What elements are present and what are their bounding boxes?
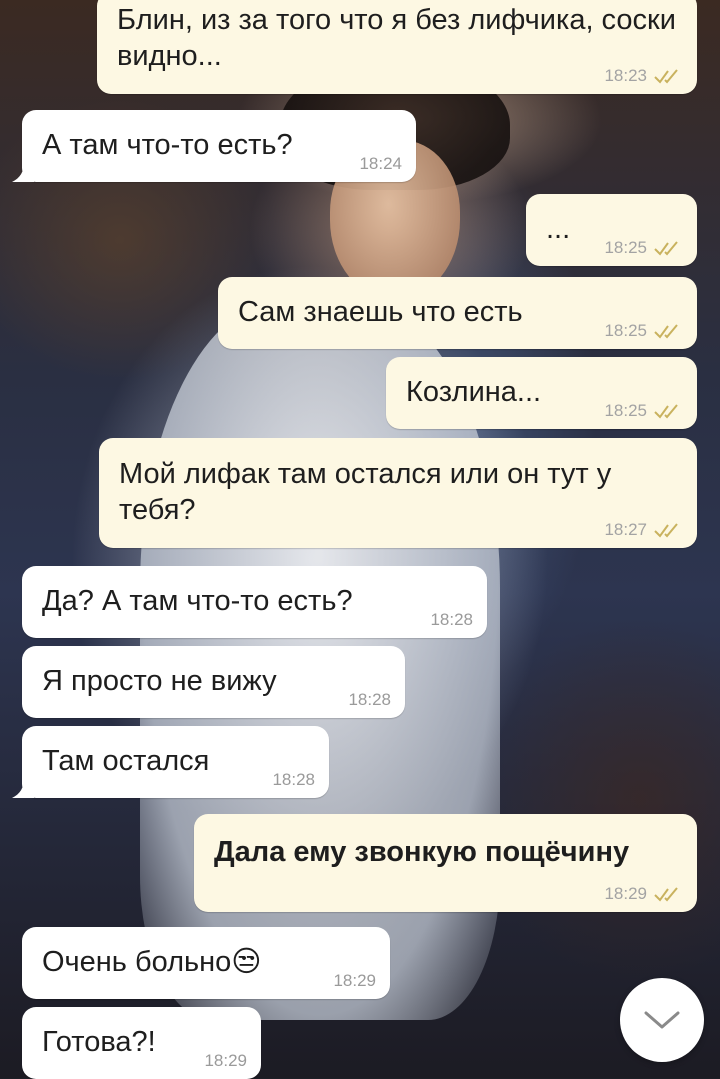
message-text: Да? А там что-то есть? [42,585,353,617]
message-meta: 18:29 [333,971,376,991]
message-bubble-incoming[interactable]: Я просто не вижу 18:28 [22,646,405,718]
message-time: 18:25 [604,401,647,420]
message-text: Там остался [42,745,210,777]
message-text-row: Очень больно😒 [42,944,370,980]
message-time: 18:27 [604,520,647,539]
scroll-to-bottom-button[interactable] [620,978,704,1062]
message-meta: 18:24 [359,154,402,174]
message-meta: 18:25 [604,321,683,341]
chevron-down-icon [644,1011,680,1029]
message-bubble-incoming[interactable]: Очень больно😒 18:29 [22,927,390,999]
message-bubble-outgoing[interactable]: Блин, из за того что я без лифчика, соск… [97,0,697,94]
message-text: Очень больно [42,946,232,978]
message-meta: 18:28 [348,690,391,710]
message-time: 18:28 [430,610,473,629]
message-meta: 18:25 [604,238,683,258]
double-check-icon [654,523,678,538]
message-time: 18:29 [204,1051,247,1070]
bubble-tail [12,778,34,798]
message-time: 18:28 [348,690,391,709]
message-meta: 18:23 [604,66,683,86]
message-meta: 18:29 [604,884,683,904]
message-time: 18:29 [604,884,647,903]
double-check-icon [654,404,678,419]
message-time: 18:23 [604,66,647,85]
double-check-icon [654,887,678,902]
message-bubble-outgoing[interactable]: Сам знаешь что есть 18:25 [218,277,697,349]
message-time: 18:25 [604,238,647,257]
double-check-icon [654,241,678,256]
bubble-tail [12,162,34,182]
message-text: Мой лифак там остался или он тут у тебя? [119,458,612,526]
message-text: Дала ему звонкую пощёчину [214,836,630,868]
message-time: 18:28 [272,770,315,789]
message-time: 18:25 [604,321,647,340]
message-bubble-incoming[interactable]: Да? А там что-то есть? 18:28 [22,566,487,638]
message-meta: 18:28 [430,610,473,630]
message-bubble-incoming[interactable]: Там остался 18:28 [12,726,329,798]
message-bubble-incoming[interactable]: А там что-то есть? 18:24 [12,110,416,182]
message-text: Блин, из за того что я без лифчика, соск… [117,4,676,72]
message-bubble-incoming[interactable]: Готова?! 18:29 [22,1007,261,1079]
message-list: Блин, из за того что я без лифчика, соск… [0,0,720,1079]
message-time: 18:24 [359,154,402,173]
double-check-icon [654,324,678,339]
message-meta: 18:28 [272,770,315,790]
unamused-face-emoji: 😒 [231,946,262,978]
message-bubble-outgoing[interactable]: Дала ему звонкую пощёчину 18:29 [194,814,697,912]
message-text: А там что-то есть? [42,129,293,161]
message-meta: 18:29 [204,1051,247,1071]
double-check-icon [654,69,678,84]
message-time: 18:29 [333,971,376,990]
message-meta: 18:25 [604,401,683,421]
message-bubble-outgoing[interactable]: Мой лифак там остался или он тут у тебя?… [99,438,697,548]
message-bubble-outgoing[interactable]: Козлина... 18:25 [386,357,697,429]
message-meta: 18:27 [604,520,683,540]
message-text: Я просто не вижу [42,665,277,697]
message-bubble-outgoing[interactable]: ... 18:25 [526,194,697,266]
